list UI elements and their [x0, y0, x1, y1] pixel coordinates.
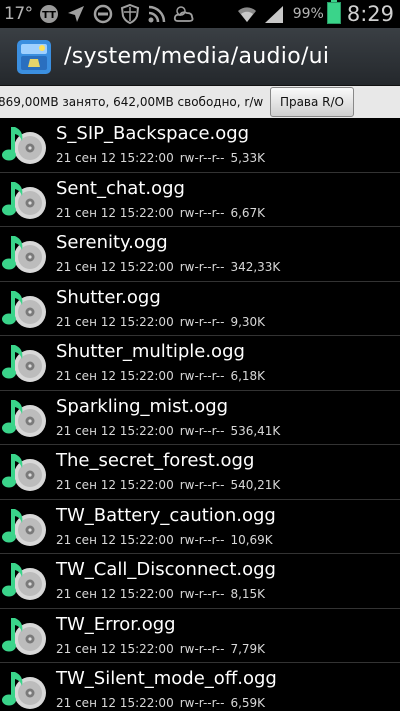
file-name: S_SIP_Backspace.ogg [56, 123, 250, 144]
file-date: 21 сен 12 15:22:00 [56, 151, 174, 165]
file-name: The_secret_forest.ogg [56, 450, 255, 471]
file-size: 9,30K [230, 314, 266, 329]
file-size: 5,33K [230, 151, 266, 165]
file-meta: 21 сен 12 15:22:00 rw-r--r-- 6,18K [56, 369, 271, 383]
file-row[interactable]: Sparkling_mist.ogg 21 сен 12 15:22:00 rw-… [0, 391, 400, 445]
file-size: 8,15K [230, 587, 266, 601]
file-row[interactable]: Serenity.ogg 21 сен 12 15:22:00 rw-r--r--… [0, 227, 400, 282]
file-date: 21 сен 12 15:22:00 [56, 423, 174, 438]
file-meta: 21 сен 12 15:22:00 rw-r--r-- 6,67K [56, 206, 271, 220]
file-size: 7,79K [230, 641, 266, 656]
file-date: 21 сен 12 15:22:00 [56, 641, 174, 656]
clock-time: 8:29 [346, 2, 394, 26]
file-date: 21 сен 12 15:22:00 [56, 314, 174, 329]
file-row[interactable]: Shutter_multiple.ogg 21 сен 12 15:22:00 r… [0, 336, 400, 391]
file-size: 6,67K [230, 205, 266, 220]
audio-file-icon [0, 394, 48, 442]
storage-info-text: 869,00MB занято, 642,00MB свободно, r/w [0, 95, 264, 109]
file-row[interactable]: TW_Error.ogg 21 сен 12 15:22:00 rw-r--r--… [0, 609, 400, 663]
file-size: 342,33K [230, 260, 281, 274]
battery-icon [326, 0, 341, 28]
file-meta: 21 сен 12 15:22:00 rw-r--r-- 342,33K [56, 260, 286, 274]
status-bar: 17° TT 99% 8:29 [0, 0, 400, 28]
file-permissions: rw-r--r-- [179, 532, 225, 547]
file-meta: 21 сен 12 15:22:00 rw-r--r-- 7,79K [56, 642, 271, 656]
file-permissions: rw-r--r-- [179, 423, 225, 438]
audio-file-icon [0, 666, 48, 711]
audio-file-icon [0, 448, 48, 496]
file-row[interactable]: TW_Battery_caution.ogg 21 сен 12 15:22:0… [0, 500, 400, 554]
file-meta: 21 сен 12 15:22:00 rw-r--r-- 6,59K [56, 696, 271, 710]
file-size: 540,21K [230, 478, 281, 492]
file-row[interactable]: S_SIP_Backspace.ogg 21 сен 12 15:22:00 rw… [0, 118, 400, 173]
file-meta: 21 сен 12 15:22:00 rw-r--r-- 8,15K [56, 587, 271, 601]
svg-text:TT: TT [42, 10, 56, 21]
file-date: 21 сен 12 15:22:00 [56, 478, 174, 492]
file-date: 21 сен 12 15:22:00 [56, 369, 174, 383]
do-not-disturb-icon [91, 3, 115, 25]
audio-file-icon [0, 503, 48, 551]
temperature-text: 17° [4, 4, 33, 24]
file-permissions: rw-r--r-- [179, 641, 225, 656]
audio-file-icon [0, 612, 48, 660]
file-permissions: rw-r--r-- [179, 478, 225, 492]
file-meta: 21 сен 12 15:22:00 rw-r--r-- 536,41K [56, 424, 286, 438]
file-size: 6,59K [230, 696, 266, 710]
file-meta: 21 сен 12 15:22:00 rw-r--r-- 10,69K [56, 533, 279, 547]
current-path: /system/media/audio/ui [64, 44, 330, 69]
audio-file-icon [0, 285, 48, 333]
file-date: 21 сен 12 15:22:00 [56, 587, 174, 601]
audio-file-icon [0, 176, 48, 224]
title-bar: /system/media/audio/ui [0, 28, 400, 86]
file-date: 21 сен 12 15:22:00 [56, 532, 174, 547]
file-permissions: rw-r--r-- [179, 696, 225, 710]
tt-icon: TT [37, 3, 61, 25]
file-date: 21 сен 12 15:22:00 [56, 260, 174, 274]
audio-file-icon [0, 339, 48, 387]
file-meta: 21 сен 12 15:22:00 rw-r--r-- 5,33K [56, 151, 271, 165]
file-date: 21 сен 12 15:22:00 [56, 696, 174, 710]
file-row[interactable]: The_secret_forest.ogg 21 сен 12 15:22:00… [0, 445, 400, 500]
storage-info-bar: 869,00MB занято, 642,00MB свободно, r/w … [0, 86, 400, 118]
file-row[interactable]: TW_Silent_mode_off.ogg 21 сен 12 15:22:0… [0, 663, 400, 711]
file-permissions: rw-r--r-- [179, 314, 225, 329]
signal-icon [262, 3, 286, 25]
weather-cloud-icon [172, 3, 196, 25]
file-manager-app-icon[interactable] [14, 37, 54, 77]
file-row[interactable]: Sent_chat.ogg 21 сен 12 15:22:00 rw-r--r-… [0, 173, 400, 227]
file-name: TW_Silent_mode_off.ogg [56, 668, 277, 689]
file-permissions: rw-r--r-- [179, 587, 225, 601]
navigation-arrow-icon [64, 3, 88, 25]
file-size: 6,18K [230, 369, 266, 383]
file-name: Sent_chat.ogg [56, 177, 185, 199]
audio-file-icon [0, 230, 48, 278]
file-meta: 21 сен 12 15:22:00 rw-r--r-- 9,30K [56, 315, 271, 329]
file-size: 10,69K [230, 532, 273, 547]
file-name: TW_Call_Disconnect.ogg [56, 559, 276, 580]
file-meta: 21 сен 12 15:22:00 rw-r--r-- 540,21K [56, 478, 286, 492]
file-size: 536,41K [230, 423, 281, 438]
battery-percent: 99% [292, 6, 324, 22]
file-date: 21 сен 12 15:22:00 [56, 205, 174, 220]
file-name: TW_Error.ogg [56, 613, 176, 635]
file-permissions: rw-r--r-- [179, 260, 225, 274]
file-name: Sparkling_mist.ogg [56, 395, 229, 417]
file-name: Serenity.ogg [56, 232, 168, 253]
file-permissions: rw-r--r-- [179, 151, 225, 165]
file-name: TW_Battery_caution.ogg [56, 504, 276, 526]
audio-file-icon [0, 557, 48, 605]
file-list: S_SIP_Backspace.ogg 21 сен 12 15:22:00 rw… [0, 118, 400, 711]
file-permissions: rw-r--r-- [179, 369, 225, 383]
shield-icon [118, 3, 142, 25]
file-name: Shutter_multiple.ogg [56, 341, 245, 362]
file-permissions: rw-r--r-- [179, 205, 225, 220]
audio-file-icon [0, 121, 48, 169]
rss-icon [145, 3, 169, 25]
mount-rights-button[interactable]: Права R/O [269, 87, 354, 117]
wifi-icon [235, 3, 259, 25]
file-name: Shutter.ogg [56, 286, 161, 308]
file-row[interactable]: TW_Call_Disconnect.ogg 21 сен 12 15:22:0… [0, 554, 400, 609]
file-row[interactable]: Shutter.ogg 21 сен 12 15:22:00 rw-r--r-- 9… [0, 282, 400, 336]
